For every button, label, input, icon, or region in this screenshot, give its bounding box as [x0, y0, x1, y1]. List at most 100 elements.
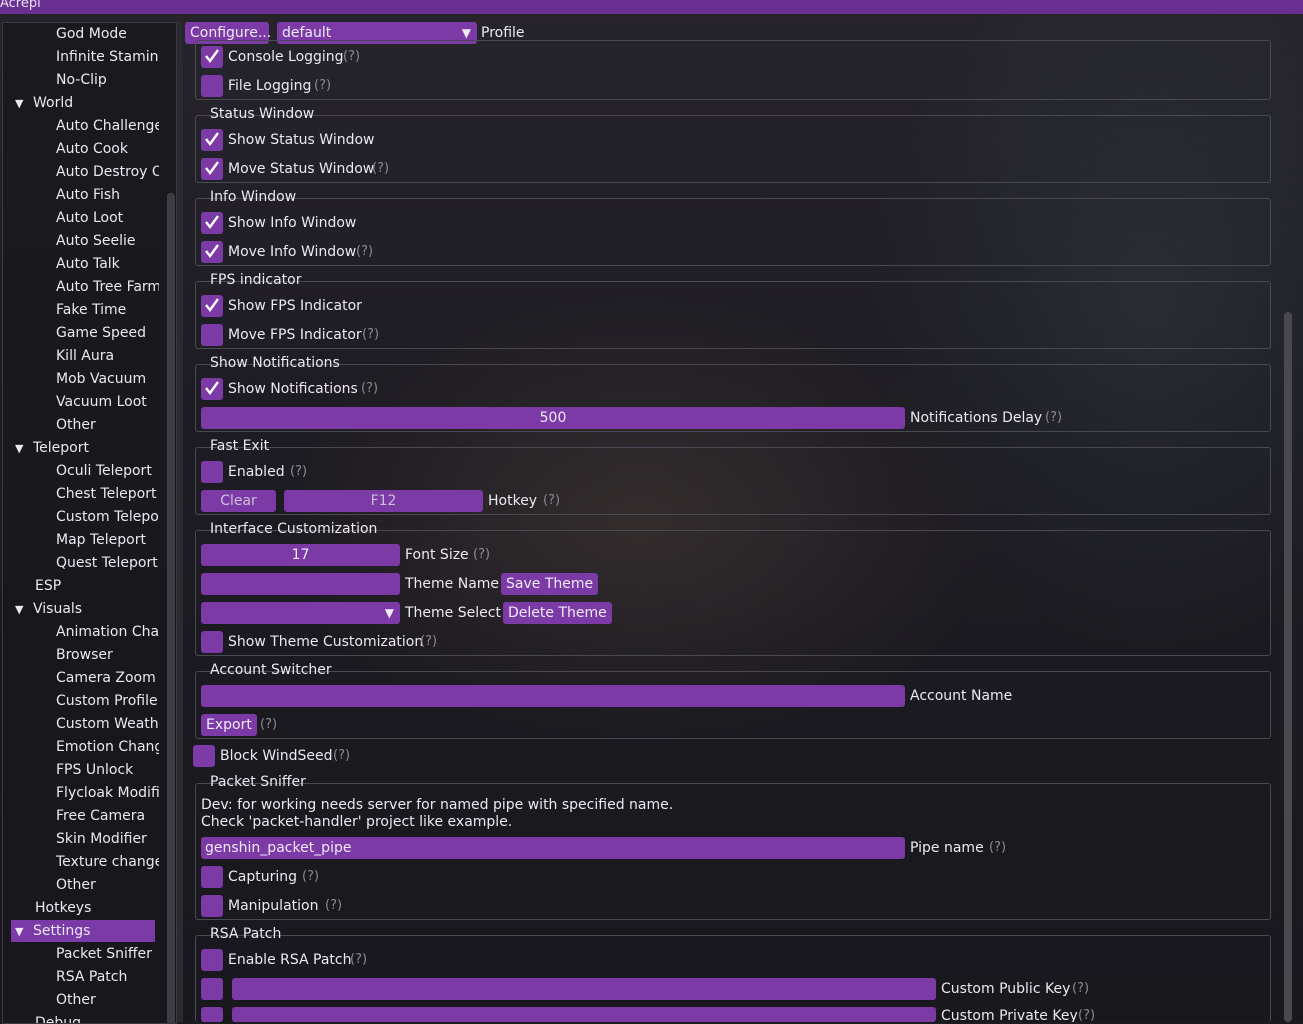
- sidebar-item-chest-teleport[interactable]: Chest Teleport: [56, 483, 159, 505]
- sidebar-item-game-speed[interactable]: Game Speed: [56, 322, 159, 344]
- export-button[interactable]: Export: [201, 714, 257, 736]
- sidebar-item-map-teleport[interactable]: Map Teleport: [56, 529, 159, 551]
- capturing-checkbox[interactable]: [201, 866, 223, 888]
- help-mark[interactable]: (?): [420, 631, 437, 653]
- sidebar-item-quest-teleport[interactable]: Quest Teleport: [56, 552, 159, 574]
- help-mark[interactable]: (?): [361, 378, 378, 400]
- sidebar-item-camera-zoom[interactable]: Camera Zoom: [56, 667, 159, 689]
- sidebar-item-no-clip[interactable]: No-Clip: [56, 69, 159, 91]
- sidebar-item-settings-other[interactable]: Other: [56, 989, 159, 1011]
- help-mark[interactable]: (?): [260, 714, 277, 736]
- help-mark[interactable]: (?): [314, 75, 331, 97]
- title-bar[interactable]: Acrepi: [0, 0, 1303, 14]
- sidebar-item-auto-seelie[interactable]: Auto Seelie: [56, 230, 159, 252]
- hotkey-input[interactable]: F12: [284, 490, 483, 512]
- help-mark[interactable]: (?): [372, 158, 389, 180]
- sidebar-item-settings[interactable]: ▼ Settings: [11, 920, 155, 942]
- sidebar-item-god-mode[interactable]: God Mode: [56, 23, 159, 45]
- help-mark[interactable]: (?): [350, 949, 367, 971]
- sidebar-item-auto-loot[interactable]: Auto Loot: [56, 207, 159, 229]
- sidebar-item-packet-sniffer[interactable]: Packet Sniffer: [56, 943, 159, 965]
- show-status-window-checkbox[interactable]: [201, 129, 223, 151]
- custom-public-key-input[interactable]: [232, 978, 936, 1000]
- file-logging-checkbox[interactable]: [201, 75, 223, 97]
- help-mark[interactable]: (?): [325, 895, 342, 917]
- show-info-window-checkbox[interactable]: [201, 212, 223, 234]
- sidebar-item-custom-weather[interactable]: Custom Weather: [56, 713, 159, 735]
- help-mark[interactable]: (?): [1072, 978, 1089, 1000]
- custom-private-key-checkbox[interactable]: [201, 1007, 223, 1022]
- expand-arrow-icon[interactable]: ▼: [15, 93, 33, 114]
- sidebar-item-auto-destroy-objects[interactable]: Auto Destroy Objects: [56, 161, 159, 183]
- expand-arrow-icon[interactable]: ▼: [15, 921, 33, 942]
- help-mark[interactable]: (?): [302, 866, 319, 888]
- sidebar-item-world-other[interactable]: Other: [56, 414, 159, 436]
- help-mark[interactable]: (?): [1078, 1005, 1095, 1022]
- delete-theme-button[interactable]: Delete Theme: [503, 602, 612, 624]
- custom-private-key-input[interactable]: [232, 1007, 936, 1022]
- block-windseed-checkbox[interactable]: [193, 745, 215, 767]
- sidebar-item-flycloak-modifier[interactable]: Flycloak Modifier: [56, 782, 159, 804]
- sidebar-item-fake-time[interactable]: Fake Time: [56, 299, 159, 321]
- sidebar-item-infinite-stamina[interactable]: Infinite Stamina: [56, 46, 159, 68]
- sidebar-item-esp[interactable]: ESP: [35, 575, 159, 597]
- sidebar-item-auto-tree-farm[interactable]: Auto Tree Farm: [56, 276, 159, 298]
- sidebar-item-rsa-patch[interactable]: RSA Patch: [56, 966, 159, 988]
- help-mark[interactable]: (?): [1045, 407, 1062, 429]
- notifications-delay-slider[interactable]: 500: [201, 407, 905, 429]
- theme-select[interactable]: ▼: [201, 602, 400, 624]
- sidebar-item-fps-unlock[interactable]: FPS Unlock: [56, 759, 159, 781]
- sidebar-item-hotkeys[interactable]: Hotkeys: [35, 897, 159, 919]
- hotkey-clear-button[interactable]: Clear: [201, 490, 276, 512]
- sidebar-item-auto-cook[interactable]: Auto Cook: [56, 138, 159, 160]
- move-info-window-checkbox[interactable]: [201, 241, 223, 263]
- manipulation-checkbox[interactable]: [201, 895, 223, 917]
- show-theme-customization-checkbox[interactable]: [201, 631, 223, 653]
- pipe-name-input[interactable]: genshin_packet_pipe: [201, 837, 905, 859]
- splitter[interactable]: [177, 22, 183, 1022]
- sidebar-item-browser[interactable]: Browser: [56, 644, 159, 666]
- sidebar-item-debug[interactable]: Debug: [35, 1012, 159, 1023]
- sidebar-item-world[interactable]: ▼ World: [15, 92, 159, 114]
- sidebar-item-free-camera[interactable]: Free Camera: [56, 805, 159, 827]
- console-logging-checkbox[interactable]: [201, 46, 223, 68]
- account-name-input[interactable]: [201, 685, 905, 707]
- theme-name-input[interactable]: [201, 573, 400, 595]
- sidebar-item-custom-profile[interactable]: Custom Profile: [56, 690, 159, 712]
- font-size-slider[interactable]: 17: [201, 544, 400, 566]
- sidebar-item-vacuum-loot[interactable]: Vacuum Loot: [56, 391, 159, 413]
- sidebar[interactable]: God Mode Infinite Stamina No-Clip ▼ World Aut…: [2, 22, 177, 1024]
- fast-exit-enabled-checkbox[interactable]: [201, 461, 223, 483]
- help-mark[interactable]: (?): [356, 241, 373, 263]
- expand-arrow-icon[interactable]: ▼: [15, 599, 33, 620]
- sidebar-item-emotion-changer[interactable]: Emotion Changer: [56, 736, 159, 758]
- sidebar-item-visuals-other[interactable]: Other: [56, 874, 159, 896]
- help-mark[interactable]: (?): [290, 461, 307, 483]
- sidebar-item-mob-vacuum[interactable]: Mob Vacuum: [56, 368, 159, 390]
- help-mark[interactable]: (?): [333, 745, 350, 767]
- enable-rsa-patch-checkbox[interactable]: [201, 949, 223, 971]
- sidebar-item-visuals[interactable]: ▼ Visuals: [15, 598, 159, 620]
- sidebar-item-animation-changer[interactable]: Animation Changer: [56, 621, 159, 643]
- help-mark[interactable]: (?): [473, 544, 490, 566]
- sidebar-item-texture-changer[interactable]: Texture changer: [56, 851, 159, 873]
- sidebar-item-auto-talk[interactable]: Auto Talk: [56, 253, 159, 275]
- main-scrollbar[interactable]: [1284, 312, 1292, 1022]
- show-notifications-checkbox[interactable]: [201, 378, 223, 400]
- help-mark[interactable]: (?): [989, 837, 1006, 859]
- help-mark[interactable]: (?): [543, 490, 560, 512]
- show-fps-checkbox[interactable]: [201, 295, 223, 317]
- help-mark[interactable]: (?): [343, 46, 360, 68]
- sidebar-item-skin-modifier[interactable]: Skin Modifier: [56, 828, 159, 850]
- sidebar-item-auto-challenge[interactable]: Auto Challenge: [56, 115, 159, 137]
- sidebar-scrollbar[interactable]: [167, 193, 175, 1023]
- sidebar-item-teleport[interactable]: ▼ Teleport: [15, 437, 159, 459]
- expand-arrow-icon[interactable]: ▼: [15, 438, 33, 459]
- sidebar-item-oculi-teleport[interactable]: Oculi Teleport: [56, 460, 159, 482]
- sidebar-item-kill-aura[interactable]: Kill Aura: [56, 345, 159, 367]
- save-theme-button[interactable]: Save Theme: [501, 573, 599, 595]
- help-mark[interactable]: (?): [362, 324, 379, 346]
- sidebar-item-custom-teleports[interactable]: Custom Teleports: [56, 506, 159, 528]
- sidebar-item-auto-fish[interactable]: Auto Fish: [56, 184, 159, 206]
- move-fps-checkbox[interactable]: [201, 324, 223, 346]
